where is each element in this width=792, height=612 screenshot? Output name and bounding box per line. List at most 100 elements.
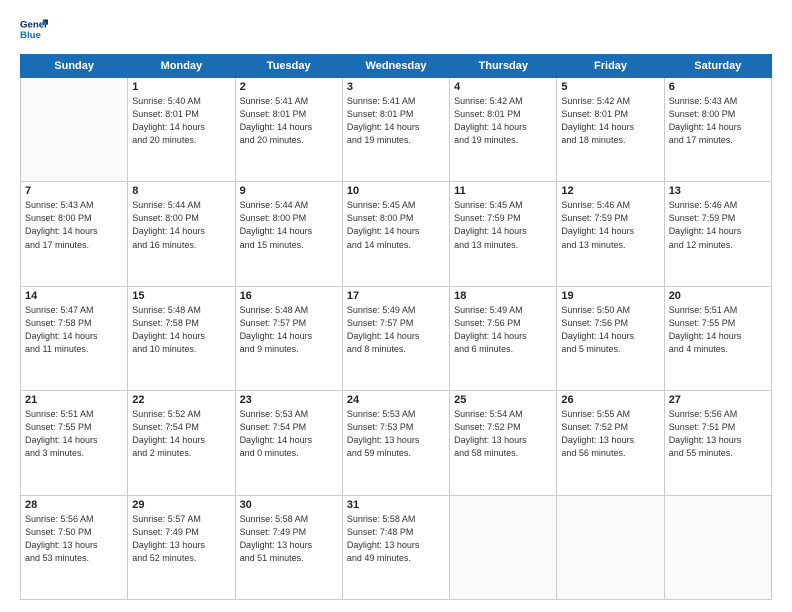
day-info: Sunrise: 5:48 AM Sunset: 7:58 PM Dayligh…: [132, 304, 230, 356]
day-info: Sunrise: 5:45 AM Sunset: 8:00 PM Dayligh…: [347, 199, 445, 251]
day-number: 3: [347, 81, 445, 93]
calendar-day-cell: [557, 495, 664, 599]
day-number: 1: [132, 81, 230, 93]
calendar-week-row: 7 Sunrise: 5:43 AM Sunset: 8:00 PM Daylig…: [21, 182, 772, 286]
svg-text:Blue: Blue: [20, 30, 41, 41]
day-number: 23: [240, 394, 338, 406]
day-info: Sunrise: 5:50 AM Sunset: 7:56 PM Dayligh…: [561, 304, 659, 356]
calendar-weekday-header: Sunday: [21, 55, 128, 78]
day-info: Sunrise: 5:58 AM Sunset: 7:48 PM Dayligh…: [347, 513, 445, 565]
calendar-day-cell: 16 Sunrise: 5:48 AM Sunset: 7:57 PM Dayli…: [235, 286, 342, 390]
calendar-day-cell: 10Sunrise: 5:45 AM Sunset: 8:00 PM Dayli…: [342, 182, 449, 286]
calendar-weekday-header: Tuesday: [235, 55, 342, 78]
day-number: 18: [454, 290, 552, 302]
day-number: 20: [669, 290, 767, 302]
day-info: Sunrise: 5:55 AM Sunset: 7:52 PM Dayligh…: [561, 408, 659, 460]
day-info: Sunrise: 5:41 AM Sunset: 8:01 PM Dayligh…: [240, 95, 338, 147]
day-number: 6: [669, 81, 767, 93]
calendar-day-cell: 21Sunrise: 5:51 AM Sunset: 7:55 PM Dayli…: [21, 391, 128, 495]
calendar-day-cell: 30 Sunrise: 5:58 AM Sunset: 7:49 PM Dayli…: [235, 495, 342, 599]
calendar-week-row: 21Sunrise: 5:51 AM Sunset: 7:55 PM Dayli…: [21, 391, 772, 495]
day-number: 13: [669, 185, 767, 197]
day-info: Sunrise: 5:57 AM Sunset: 7:49 PM Dayligh…: [132, 513, 230, 565]
calendar-table: SundayMondayTuesdayWednesdayThursdayFrid…: [20, 54, 772, 600]
day-number: 31: [347, 499, 445, 511]
day-info: Sunrise: 5:51 AM Sunset: 7:55 PM Dayligh…: [669, 304, 767, 356]
day-number: 26: [561, 394, 659, 406]
day-number: 22: [132, 394, 230, 406]
day-number: 12: [561, 185, 659, 197]
day-number: 29: [132, 499, 230, 511]
calendar-day-cell: 27 Sunrise: 5:56 AM Sunset: 7:51 PM Dayli…: [664, 391, 771, 495]
day-info: Sunrise: 5:41 AM Sunset: 8:01 PM Dayligh…: [347, 95, 445, 147]
calendar-header-row: SundayMondayTuesdayWednesdayThursdayFrid…: [21, 55, 772, 78]
day-info: Sunrise: 5:40 AM Sunset: 8:01 PM Dayligh…: [132, 95, 230, 147]
day-number: 19: [561, 290, 659, 302]
page: General Blue SundayMondayTuesdayWednesda…: [0, 0, 792, 612]
calendar-weekday-header: Monday: [128, 55, 235, 78]
calendar-day-cell: 24Sunrise: 5:53 AM Sunset: 7:53 PM Dayli…: [342, 391, 449, 495]
calendar-day-cell: 15 Sunrise: 5:48 AM Sunset: 7:58 PM Dayli…: [128, 286, 235, 390]
calendar-day-cell: 9 Sunrise: 5:44 AM Sunset: 8:00 PM Daylig…: [235, 182, 342, 286]
day-info: Sunrise: 5:56 AM Sunset: 7:51 PM Dayligh…: [669, 408, 767, 460]
calendar-day-cell: 28 Sunrise: 5:56 AM Sunset: 7:50 PM Dayli…: [21, 495, 128, 599]
calendar-day-cell: 17Sunrise: 5:49 AM Sunset: 7:57 PM Dayli…: [342, 286, 449, 390]
calendar-week-row: 1 Sunrise: 5:40 AM Sunset: 8:01 PM Daylig…: [21, 78, 772, 182]
day-number: 30: [240, 499, 338, 511]
calendar-day-cell: 18 Sunrise: 5:49 AM Sunset: 7:56 PM Dayli…: [450, 286, 557, 390]
day-info: Sunrise: 5:46 AM Sunset: 7:59 PM Dayligh…: [561, 199, 659, 251]
calendar-week-row: 28 Sunrise: 5:56 AM Sunset: 7:50 PM Dayli…: [21, 495, 772, 599]
day-info: Sunrise: 5:53 AM Sunset: 7:54 PM Dayligh…: [240, 408, 338, 460]
day-info: Sunrise: 5:54 AM Sunset: 7:52 PM Dayligh…: [454, 408, 552, 460]
header: General Blue: [20, 16, 772, 44]
day-info: Sunrise: 5:49 AM Sunset: 7:57 PM Dayligh…: [347, 304, 445, 356]
calendar-day-cell: 4Sunrise: 5:42 AM Sunset: 8:01 PM Daylig…: [450, 78, 557, 182]
calendar-day-cell: 23 Sunrise: 5:53 AM Sunset: 7:54 PM Dayli…: [235, 391, 342, 495]
day-number: 25: [454, 394, 552, 406]
calendar-day-cell: 6Sunrise: 5:43 AM Sunset: 8:00 PM Daylig…: [664, 78, 771, 182]
day-info: Sunrise: 5:49 AM Sunset: 7:56 PM Dayligh…: [454, 304, 552, 356]
day-number: 24: [347, 394, 445, 406]
day-number: 5: [561, 81, 659, 93]
logo: General Blue: [20, 16, 48, 44]
calendar-weekday-header: Thursday: [450, 55, 557, 78]
day-number: 28: [25, 499, 123, 511]
day-number: 11: [454, 185, 552, 197]
day-info: Sunrise: 5:58 AM Sunset: 7:49 PM Dayligh…: [240, 513, 338, 565]
day-info: Sunrise: 5:47 AM Sunset: 7:58 PM Dayligh…: [25, 304, 123, 356]
day-number: 16: [240, 290, 338, 302]
calendar-day-cell: 3 Sunrise: 5:41 AM Sunset: 8:01 PM Daylig…: [342, 78, 449, 182]
calendar-weekday-header: Saturday: [664, 55, 771, 78]
calendar-day-cell: 7 Sunrise: 5:43 AM Sunset: 8:00 PM Daylig…: [21, 182, 128, 286]
day-info: Sunrise: 5:56 AM Sunset: 7:50 PM Dayligh…: [25, 513, 123, 565]
logo-icon: General Blue: [20, 16, 48, 44]
calendar-day-cell: 19 Sunrise: 5:50 AM Sunset: 7:56 PM Dayli…: [557, 286, 664, 390]
day-info: Sunrise: 5:44 AM Sunset: 8:00 PM Dayligh…: [240, 199, 338, 251]
calendar-day-cell: [21, 78, 128, 182]
day-info: Sunrise: 5:46 AM Sunset: 7:59 PM Dayligh…: [669, 199, 767, 251]
calendar-weekday-header: Friday: [557, 55, 664, 78]
calendar-day-cell: 29 Sunrise: 5:57 AM Sunset: 7:49 PM Dayli…: [128, 495, 235, 599]
calendar-day-cell: [450, 495, 557, 599]
calendar-day-cell: 12 Sunrise: 5:46 AM Sunset: 7:59 PM Dayli…: [557, 182, 664, 286]
calendar-day-cell: 31 Sunrise: 5:58 AM Sunset: 7:48 PM Dayli…: [342, 495, 449, 599]
calendar-day-cell: 1 Sunrise: 5:40 AM Sunset: 8:01 PM Daylig…: [128, 78, 235, 182]
calendar-day-cell: 14Sunrise: 5:47 AM Sunset: 7:58 PM Dayli…: [21, 286, 128, 390]
calendar-day-cell: 5Sunrise: 5:42 AM Sunset: 8:01 PM Daylig…: [557, 78, 664, 182]
calendar-day-cell: 11 Sunrise: 5:45 AM Sunset: 7:59 PM Dayli…: [450, 182, 557, 286]
calendar-day-cell: 20 Sunrise: 5:51 AM Sunset: 7:55 PM Dayli…: [664, 286, 771, 390]
day-info: Sunrise: 5:52 AM Sunset: 7:54 PM Dayligh…: [132, 408, 230, 460]
calendar-day-cell: [664, 495, 771, 599]
day-number: 2: [240, 81, 338, 93]
calendar-weekday-header: Wednesday: [342, 55, 449, 78]
day-number: 9: [240, 185, 338, 197]
day-info: Sunrise: 5:43 AM Sunset: 8:00 PM Dayligh…: [25, 199, 123, 251]
day-number: 7: [25, 185, 123, 197]
day-number: 27: [669, 394, 767, 406]
day-info: Sunrise: 5:48 AM Sunset: 7:57 PM Dayligh…: [240, 304, 338, 356]
day-info: Sunrise: 5:51 AM Sunset: 7:55 PM Dayligh…: [25, 408, 123, 460]
day-number: 15: [132, 290, 230, 302]
calendar-day-cell: 13 Sunrise: 5:46 AM Sunset: 7:59 PM Dayli…: [664, 182, 771, 286]
day-info: Sunrise: 5:45 AM Sunset: 7:59 PM Dayligh…: [454, 199, 552, 251]
calendar-day-cell: 25 Sunrise: 5:54 AM Sunset: 7:52 PM Dayli…: [450, 391, 557, 495]
